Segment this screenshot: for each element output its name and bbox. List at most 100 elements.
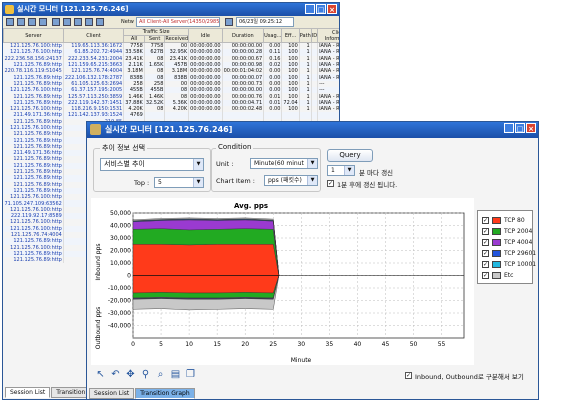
undo-icon[interactable]: ↶ [110, 369, 121, 380]
date-field[interactable]: 06/23일 09:25:12 [236, 17, 294, 27]
toolbar-icon-4[interactable] [39, 18, 47, 26]
table-cell: 00:00:00.00 [188, 99, 223, 106]
table-cell: 00:00:00.00 [188, 80, 223, 88]
table-cell: 121.125.76.89:http [3, 181, 64, 188]
filter-select[interactable]: All Client-All Server(14350/29852) [136, 17, 220, 27]
legend-item[interactable]: ✓ TCP 4004 [482, 239, 532, 246]
col-received[interactable]: Received [164, 35, 190, 43]
toolbar-icon-7[interactable] [74, 18, 82, 26]
table-cell: IANA - Reserved [317, 74, 339, 81]
interval-select[interactable]: 1 ▼ [327, 165, 355, 176]
series-area-outbound[interactable] [132, 275, 280, 294]
toolbar-icon-8[interactable] [85, 18, 93, 26]
toolbar-icon-9[interactable] [96, 18, 104, 26]
table-cell: 00:00:00.00 [188, 68, 223, 75]
chevron-down-icon[interactable]: ▼ [307, 159, 317, 168]
col-idle[interactable]: Idle [188, 28, 223, 43]
col-duration[interactable]: Duration [221, 28, 265, 43]
chevron-down-icon[interactable]: ▼ [193, 178, 203, 187]
tab-transition-graph[interactable]: Transition Graph [135, 388, 195, 399]
toolbar-icon-2[interactable] [17, 18, 25, 26]
chart-item-select[interactable]: pps (패킷수) ▼ [264, 175, 318, 186]
col-client[interactable]: Client [62, 28, 125, 43]
table-cell: IANA - Reserved [317, 105, 339, 113]
table-cell: 121.125.76.89:http [3, 80, 64, 88]
separate-inout-checkbox[interactable]: ✓ [405, 372, 412, 379]
trend-selection-group: 추이 정보 선택 서비스별 추이 ▼ Top : 5 ▼ [93, 143, 211, 192]
col-usage[interactable]: Usag... [263, 28, 283, 43]
legend-item[interactable]: ✓ TCP 80 [482, 217, 525, 224]
legend-checkbox[interactable]: ✓ [482, 250, 489, 257]
toolbar-icon-5[interactable] [52, 18, 60, 26]
filter-label: Netw [121, 19, 134, 25]
series-area-inbound[interactable] [132, 244, 280, 276]
legend-checkbox[interactable]: ✓ [482, 228, 489, 235]
tab-session-list[interactable]: Session List [89, 388, 135, 399]
minimize-icon[interactable]: _ [305, 4, 315, 14]
toolbar-icon-3[interactable] [28, 18, 36, 26]
close-icon[interactable]: × [526, 123, 536, 133]
col-client-info[interactable]: Client Information [317, 28, 339, 43]
table-cell: 121.125.76.89:http [3, 137, 64, 144]
maximize-icon[interactable]: □ [515, 123, 525, 133]
pan-icon[interactable]: ✥ [125, 369, 136, 380]
copy-icon[interactable]: ❐ [185, 369, 196, 380]
back-window-titlebar[interactable]: 실시간 모니터 [121.125.76.246] _ □ × [3, 3, 339, 16]
col-server[interactable]: Server [3, 28, 64, 43]
chart-item-value: pps (패킷수) [268, 177, 302, 184]
y-tick-label: -10,000 [108, 285, 131, 292]
close-icon[interactable]: × [327, 4, 337, 14]
table-cell: 121.125.76.89:http [3, 93, 64, 100]
table-cell: 222.233.54.231:2004 [63, 55, 125, 62]
legend-item[interactable]: ✓ TCP 2004 [482, 228, 532, 235]
legend-label: TCP 80 [504, 217, 525, 224]
chevron-down-icon[interactable]: ▼ [344, 166, 354, 175]
table-cell: 72.04 [281, 99, 300, 106]
table-cell: IANA - Reserved [317, 55, 339, 62]
table-cell: 118.216.9.150:1531 [63, 105, 125, 113]
table-row[interactable]: 222.236.58.156:24137 222.233.54.231:2004 2… [3, 55, 339, 62]
legend-item[interactable]: ✓ Etc [482, 272, 513, 279]
back-tab-session-list[interactable]: Session List [5, 387, 51, 398]
table-row[interactable]: 220.78.116.119:51045 121.125.76.74:4004 3.… [3, 68, 339, 75]
query-button[interactable]: Query [327, 149, 373, 162]
table-cell: 121.159.65.215:3663 [63, 61, 125, 69]
legend-item[interactable]: ✓ TCP 29601 [482, 250, 536, 257]
col-path[interactable]: Path [298, 28, 312, 43]
x-tick-label: 45 [382, 341, 390, 348]
maximize-icon[interactable]: □ [316, 4, 326, 14]
cursor-icon[interactable]: ↖ [95, 369, 106, 380]
col-all[interactable]: All [123, 35, 145, 43]
calendar-icon[interactable] [225, 18, 233, 26]
table-cell: 33.58K [123, 49, 145, 56]
chevron-down-icon[interactable]: ▼ [307, 176, 317, 185]
table-cell: 121.125.76.89:http [3, 118, 64, 125]
minimize-icon[interactable]: _ [504, 123, 514, 133]
auto-refresh-checkbox[interactable]: ✓ [327, 180, 334, 187]
table-cell: 121.125.76.89:http [3, 162, 64, 169]
chevron-down-icon[interactable]: ▼ [193, 159, 203, 170]
print-icon[interactable]: ▤ [170, 369, 181, 380]
legend-checkbox[interactable]: ✓ [482, 272, 489, 279]
table-row[interactable]: 121.125.76.100:http 119.65.113.36:1672 775… [3, 42, 339, 50]
legend-item[interactable]: ✓ TCP 10001 [482, 261, 536, 268]
col-eff[interactable]: Eff... [281, 28, 300, 43]
table-cell: 121.125.76.89:http [3, 257, 64, 264]
zoom-reset-icon[interactable]: ⌕ [155, 369, 166, 380]
y-axis-label-inbound: Inbound pps [95, 243, 102, 280]
legend-checkbox[interactable]: ✓ [482, 217, 489, 224]
col-sent[interactable]: Sent [143, 35, 166, 43]
unit-select[interactable]: Minute(60 minut ▼ [250, 158, 318, 169]
legend-label: TCP 4004 [504, 239, 533, 246]
toolbar-icon-6[interactable] [63, 18, 71, 26]
table-row[interactable]: 121.125.76.100:http 61.85.202.72:4944 33.5… [3, 49, 339, 56]
table-cell: 222.106.132.178:2787 [63, 74, 125, 81]
trend-item-select[interactable]: 서비스별 추이 ▼ [100, 158, 204, 171]
zoom-icon[interactable]: ⚲ [140, 369, 151, 380]
toolbar-icon-1[interactable] [6, 18, 14, 26]
top-select[interactable]: 5 ▼ [154, 177, 204, 188]
legend-checkbox[interactable]: ✓ [482, 261, 489, 268]
legend-checkbox[interactable]: ✓ [482, 239, 489, 246]
front-window-titlebar[interactable]: 실시간 모니터 [121.125.76.246] _ □ × [87, 122, 538, 138]
table-cell: 00:00:00.00 [188, 61, 223, 69]
